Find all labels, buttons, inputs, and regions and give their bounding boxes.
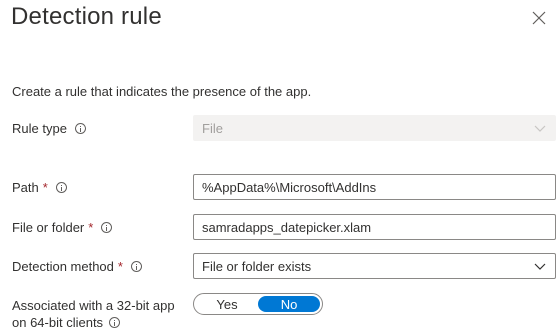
rule-type-select[interactable]: File: [193, 115, 556, 141]
rule-type-row: Rule type: [12, 115, 86, 141]
toggle-no-option[interactable]: No: [258, 296, 320, 312]
associated-32bit-toggle[interactable]: Yes No: [193, 293, 323, 315]
panel-title: Detection rule: [11, 3, 162, 30]
rule-type-label: Rule type: [12, 120, 67, 136]
detection-method-value: File or folder exists: [202, 258, 312, 274]
associated-32bit-label: Associated with a 32-bit app on 64-bit c…: [12, 298, 175, 330]
detection-method-label: Detection method: [12, 258, 114, 274]
detection-method-select[interactable]: File or folder exists: [193, 253, 556, 279]
path-value: %AppData%\Microsoft\AddIns: [202, 179, 377, 195]
info-icon[interactable]: [74, 122, 86, 134]
rule-type-value: File: [202, 120, 223, 136]
path-input[interactable]: %AppData%\Microsoft\AddIns: [193, 174, 556, 200]
path-row: Path *: [12, 174, 67, 200]
required-mark: *: [42, 179, 48, 195]
chevron-down-icon: [534, 263, 546, 270]
file-or-folder-input[interactable]: samradapps_datepicker.xlam: [193, 214, 556, 240]
panel-description: Create a rule that indicates the presenc…: [12, 84, 312, 99]
required-mark: *: [117, 258, 123, 274]
info-icon[interactable]: [109, 317, 121, 328]
close-icon[interactable]: [531, 10, 547, 26]
file-or-folder-label: File or folder: [12, 219, 85, 235]
info-icon[interactable]: [101, 221, 113, 233]
toggle-yes-option[interactable]: Yes: [196, 296, 258, 312]
file-or-folder-row: File or folder *: [12, 214, 113, 240]
required-mark: *: [88, 219, 94, 235]
info-icon[interactable]: [55, 181, 67, 193]
file-or-folder-value: samradapps_datepicker.xlam: [202, 219, 372, 235]
chevron-down-icon: [534, 125, 546, 132]
path-label: Path: [12, 179, 39, 195]
info-icon[interactable]: [130, 260, 142, 272]
detection-method-row: Detection method *: [12, 253, 142, 279]
